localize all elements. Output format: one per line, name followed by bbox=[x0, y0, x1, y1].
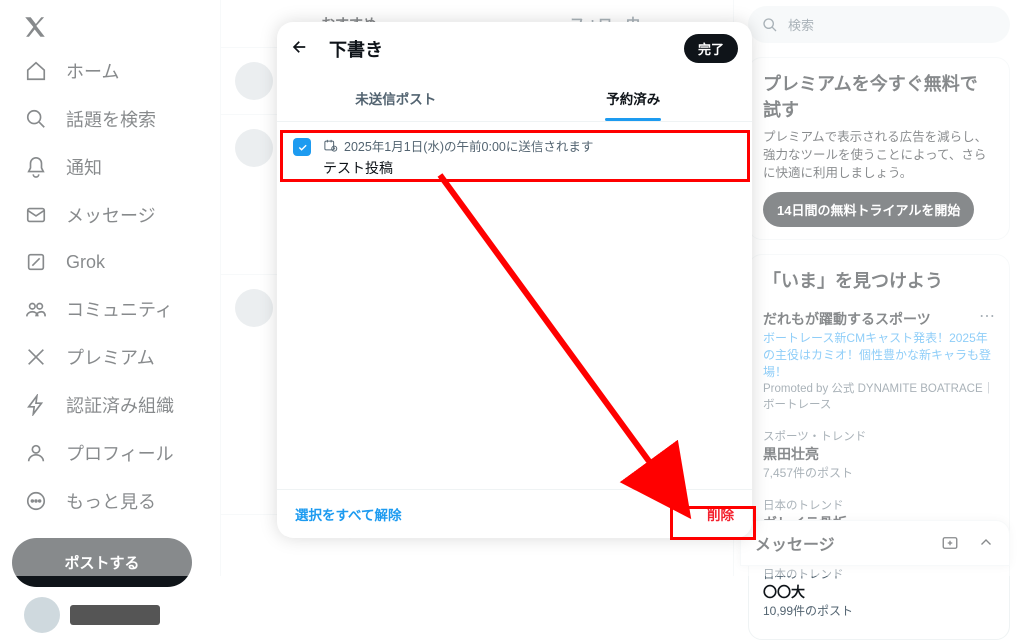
scheduled-draft[interactable]: 2025年1月1日(水)の午前0:00に送信されます テスト投稿 bbox=[277, 122, 752, 192]
modal-footer: 選択をすべて解除 削除 bbox=[277, 489, 752, 538]
nav-explore[interactable]: 話題を検索 bbox=[12, 96, 212, 142]
primary-nav: ホーム 話題を検索 通知 メッセージ Grok コミュニティ プレミアム 認証済… bbox=[0, 0, 220, 576]
x-icon bbox=[24, 345, 48, 369]
premium-cta[interactable]: 14日間の無料トライアルを開始 bbox=[763, 192, 974, 227]
checkbox-checked[interactable] bbox=[293, 138, 311, 156]
trends-card: 「いま」を見つけよう だれもが躍動するスポーツ⋯ ボートレース新CMキャスト発表… bbox=[748, 254, 1010, 640]
messages-drawer[interactable]: メッセージ bbox=[740, 520, 1010, 566]
avatar bbox=[235, 62, 273, 100]
delete-button[interactable]: 削除 bbox=[707, 504, 734, 524]
avatar bbox=[235, 289, 273, 327]
nav-grok[interactable]: Grok bbox=[12, 240, 212, 284]
post-button[interactable]: ポストする bbox=[12, 538, 192, 587]
nav-label: プロフィール bbox=[66, 440, 174, 466]
nav-more[interactable]: もっと見る bbox=[12, 478, 212, 524]
nav-label: Grok bbox=[66, 252, 105, 273]
nav-label: 話題を検索 bbox=[66, 106, 156, 132]
modal-title: 下書き bbox=[329, 36, 664, 62]
profile-icon bbox=[24, 441, 48, 465]
nav-label: プレミアム bbox=[66, 344, 155, 370]
right-sidebar: 検索 プレミアムを今すぐ無料で試す プレミアムで表示される広告を減らし、強力なツ… bbox=[734, 0, 1024, 576]
draft-text: テスト投稿 bbox=[323, 158, 736, 178]
avatar bbox=[235, 129, 273, 167]
nav-label: コミュニティ bbox=[66, 296, 173, 322]
nav-label: もっと見る bbox=[66, 488, 156, 514]
nav-notifications[interactable]: 通知 bbox=[12, 144, 212, 190]
modal-body: 2025年1月1日(水)の午前0:00に送信されます テスト投稿 bbox=[277, 122, 752, 489]
calendar-clock-icon bbox=[323, 138, 338, 153]
nav-community[interactable]: コミュニティ bbox=[12, 286, 212, 332]
nav-profile[interactable]: プロフィール bbox=[12, 430, 212, 476]
drafts-modal: 下書き 完了 未送信ポスト 予約済み 2025年1月1日(水)の午前0:00に送… bbox=[277, 22, 752, 538]
schedule-line: 2025年1月1日(水)の午前0:00に送信されます bbox=[323, 136, 736, 155]
nav-label: ホーム bbox=[66, 58, 119, 84]
trend-item-promoted[interactable]: だれもが躍動するスポーツ⋯ ボートレース新CMキャスト発表！2025年の主役はカ… bbox=[763, 301, 995, 420]
search-placeholder: 検索 bbox=[788, 15, 814, 34]
premium-title: プレミアムを今すぐ無料で試す bbox=[763, 70, 995, 122]
bolt-icon bbox=[24, 393, 48, 417]
community-icon bbox=[24, 297, 48, 321]
more-icon[interactable]: ⋯ bbox=[979, 309, 995, 325]
back-button[interactable] bbox=[291, 38, 309, 59]
trend-item[interactable]: スポーツ・トレンド 黒田壮亮 7,457件のポスト bbox=[763, 420, 995, 489]
trend-item[interactable]: 日本のトレンド 〇〇大 10,99件のポスト bbox=[763, 558, 995, 627]
more-icon bbox=[24, 489, 48, 513]
nav-verified-orgs[interactable]: 認証済み組織 bbox=[12, 382, 212, 428]
account-switcher[interactable] bbox=[12, 589, 212, 641]
grok-icon bbox=[24, 250, 48, 274]
nav-label: 通知 bbox=[66, 154, 102, 180]
modal-tabs: 未送信ポスト 予約済み bbox=[277, 75, 752, 122]
premium-card: プレミアムを今すぐ無料で試す プレミアムで表示される広告を減らし、強力なツールを… bbox=[748, 57, 1010, 240]
modal-header: 下書き 完了 bbox=[277, 22, 752, 75]
premium-body: プレミアムで表示される広告を減らし、強力なツールを使うことによって、さらに快適に… bbox=[763, 128, 995, 182]
nav-messages[interactable]: メッセージ bbox=[12, 192, 212, 238]
nav-home[interactable]: ホーム bbox=[12, 48, 212, 94]
search-icon bbox=[762, 17, 778, 33]
search-icon bbox=[24, 107, 48, 131]
tab-scheduled[interactable]: 予約済み bbox=[515, 75, 753, 121]
nav-label: メッセージ bbox=[66, 202, 156, 228]
search-box[interactable]: 検索 bbox=[748, 6, 1010, 43]
redacted-name bbox=[70, 605, 160, 625]
mail-icon bbox=[24, 203, 48, 227]
home-icon bbox=[24, 59, 48, 83]
x-logo[interactable] bbox=[20, 14, 50, 40]
trends-title: 「いま」を見つけよう bbox=[763, 267, 995, 293]
new-message-icon[interactable] bbox=[941, 534, 959, 552]
avatar bbox=[24, 597, 60, 633]
done-button[interactable]: 完了 bbox=[684, 34, 738, 63]
expand-icon[interactable] bbox=[977, 534, 995, 552]
deselect-all-button[interactable]: 選択をすべて解除 bbox=[295, 504, 402, 524]
bell-icon bbox=[24, 155, 48, 179]
nav-label: 認証済み組織 bbox=[66, 392, 174, 418]
nav-premium[interactable]: プレミアム bbox=[12, 334, 212, 380]
tab-unsent[interactable]: 未送信ポスト bbox=[277, 75, 515, 121]
messages-title: メッセージ bbox=[755, 531, 835, 555]
